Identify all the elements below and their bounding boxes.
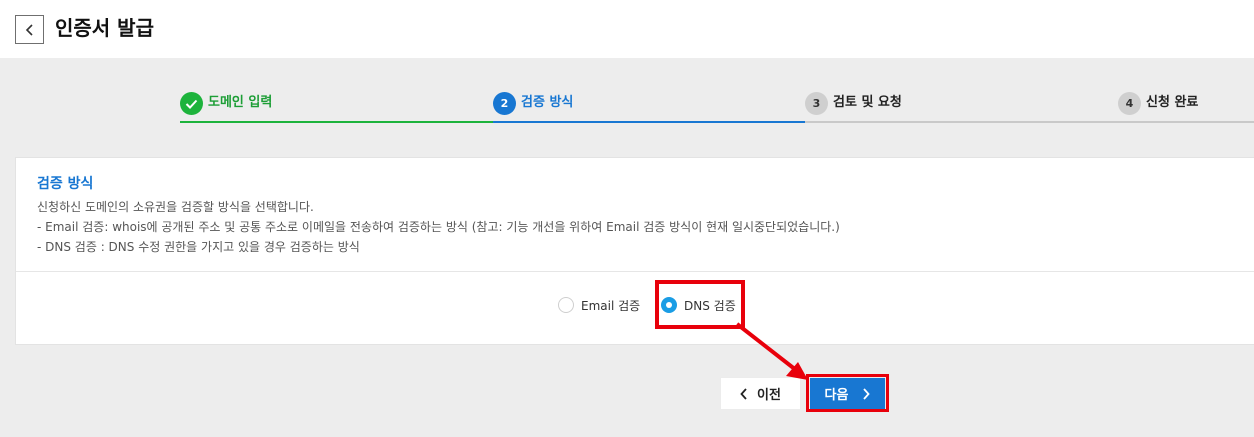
radio-option-email[interactable]: Email 검증 bbox=[558, 295, 640, 315]
back-button[interactable] bbox=[15, 15, 44, 44]
description-email: - Email 검증: whois에 공개된 주소 및 공통 주소로 이메일을 … bbox=[37, 220, 840, 234]
step-number: 2 bbox=[493, 92, 516, 115]
step-review-request: 3 검토 및 요청 bbox=[805, 90, 1118, 124]
radio-label-email[interactable]: Email 검증 bbox=[581, 297, 640, 314]
step-label: 신청 완료 bbox=[1146, 95, 1199, 110]
radio-button-email[interactable] bbox=[558, 297, 574, 313]
verification-method-card: 검증 방식 신청하신 도메인의 소유권을 검증할 방식을 선택합니다. - Em… bbox=[15, 157, 1254, 345]
description-dns: - DNS 검증 : DNS 수정 권한을 가지고 있을 경우 검증하는 방식 bbox=[37, 240, 360, 254]
description-text: 신청하신 도메인의 소유권을 검증할 방식을 선택합니다. bbox=[37, 200, 314, 214]
header: 인증서 발급 bbox=[0, 0, 1254, 58]
step-progress-line bbox=[805, 121, 1118, 123]
step-verification-method: 2 검증 방식 bbox=[493, 90, 805, 124]
progress-stepper: 도메인 입력 2 검증 방식 3 검토 및 요청 4 신청 완료 bbox=[180, 90, 1254, 124]
page-title: 인증서 발급 bbox=[55, 16, 154, 40]
check-icon bbox=[180, 92, 203, 115]
step-label: 도메인 입력 bbox=[208, 95, 273, 110]
highlight-box-next bbox=[806, 374, 889, 412]
chevron-left-icon bbox=[740, 387, 747, 400]
step-complete: 4 신청 완료 bbox=[1118, 90, 1254, 124]
step-number: 4 bbox=[1118, 92, 1141, 115]
step-domain-input: 도메인 입력 bbox=[180, 90, 493, 124]
chevron-left-icon bbox=[25, 23, 33, 36]
step-label: 검증 방식 bbox=[521, 95, 574, 110]
divider bbox=[16, 271, 1254, 272]
highlight-box-dns bbox=[655, 280, 745, 329]
step-progress-line bbox=[180, 121, 493, 123]
previous-label: 이전 bbox=[757, 388, 781, 403]
step-label: 검토 및 요청 bbox=[833, 95, 902, 110]
step-progress-line bbox=[1118, 121, 1254, 123]
section-title: 검증 방식 bbox=[37, 176, 94, 192]
step-progress-line bbox=[493, 121, 805, 123]
previous-button[interactable]: 이전 bbox=[720, 377, 801, 410]
step-number: 3 bbox=[805, 92, 828, 115]
